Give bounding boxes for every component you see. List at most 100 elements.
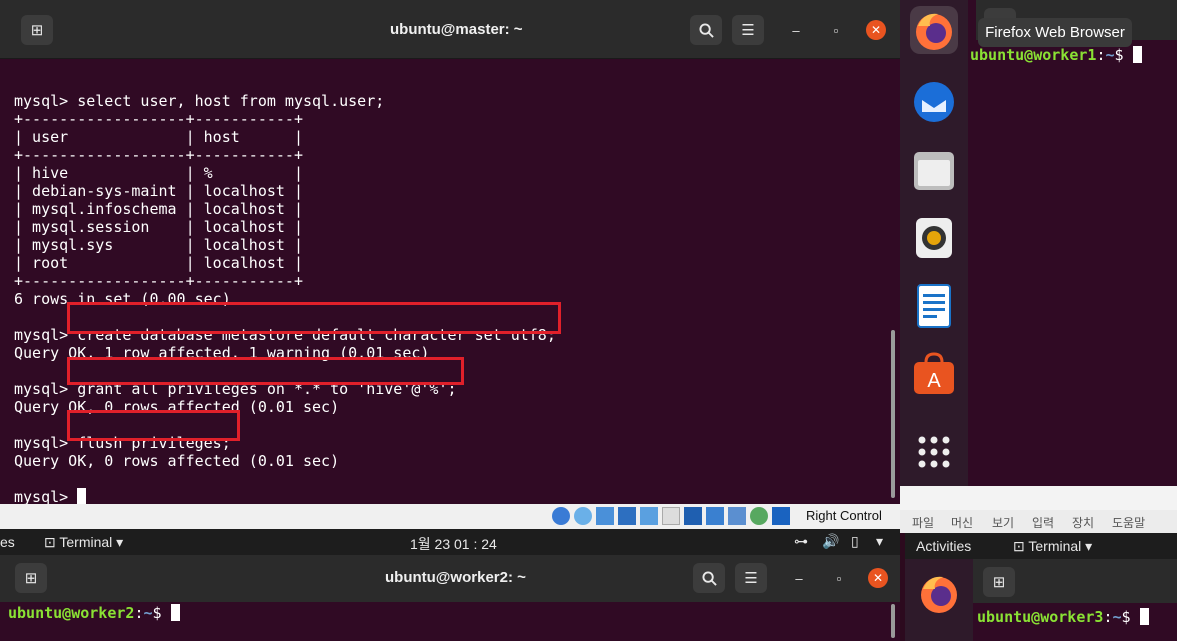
audio-icon[interactable] — [596, 507, 614, 525]
menu-file[interactable]: 파일 — [912, 514, 934, 531]
hamburger-menu-icon: ☰ — [744, 570, 758, 587]
maximize-button[interactable]: ▫ — [829, 568, 849, 588]
prompt-user: ubuntu@worker2 — [8, 604, 135, 622]
files-dock-item[interactable] — [910, 146, 958, 194]
cpu-icon[interactable] — [728, 507, 746, 525]
worker2-prompt-line[interactable]: ubuntu@worker2:~$ — [8, 604, 180, 622]
new-tab-button[interactable]: ⊞ — [15, 563, 47, 593]
close-button[interactable]: ✕ — [868, 568, 888, 588]
keyboard-arrow-icon[interactable] — [772, 507, 790, 525]
maximize-button[interactable]: ▫ — [826, 20, 846, 40]
recording-icon[interactable] — [706, 507, 724, 525]
menu-view[interactable]: 보기 — [992, 514, 1014, 531]
volume-icon[interactable]: 🔊 — [822, 533, 839, 550]
activities-fragment[interactable]: es — [0, 534, 15, 550]
prompt-symbol: $ — [1121, 608, 1140, 626]
firefox-dock-item[interactable] — [915, 569, 963, 617]
terminal-app-menu[interactable]: ⊡ Terminal ▾ — [1013, 538, 1092, 555]
dock: A — [900, 0, 968, 486]
software-dock-item[interactable]: A — [910, 350, 958, 398]
status-icons — [552, 507, 790, 525]
menu-button[interactable]: ☰ — [732, 15, 764, 45]
terminal-line: | mysql.session | localhost | — [14, 218, 303, 236]
firefox-icon — [921, 576, 957, 613]
minimize-button[interactable]: – — [786, 20, 806, 40]
app-menu-label: Terminal — [1028, 538, 1082, 554]
system-menu-chevron-icon[interactable]: ▾ — [876, 533, 883, 550]
highlight-box-grant — [67, 357, 464, 385]
shared-folder-icon[interactable] — [662, 507, 680, 525]
app-grid-dock-item[interactable] — [910, 428, 958, 476]
worker1-prompt-line: ubuntu@worker1:~$ — [970, 46, 1142, 64]
new-tab-button[interactable]: ⊞ — [21, 15, 53, 45]
close-icon: ✕ — [870, 23, 882, 37]
folder-icon — [914, 152, 954, 190]
network-status-icon[interactable]: ⊶ — [794, 533, 808, 550]
chevron-down-icon: ▾ — [1085, 538, 1093, 554]
worker3-prompt-line: ubuntu@worker3:~$ — [977, 608, 1149, 626]
writer-dock-item[interactable] — [910, 282, 958, 330]
firefox-tooltip: Firefox Web Browser — [978, 18, 1132, 47]
close-button[interactable]: ✕ — [866, 20, 886, 40]
menu-devices[interactable]: 장치 — [1072, 514, 1094, 531]
network-icon[interactable] — [618, 507, 636, 525]
text-cursor — [77, 488, 87, 505]
minimize-button[interactable]: – — [789, 568, 809, 588]
right-vm-statusbar — [900, 486, 1177, 510]
terminal-line: | debian-sys-maint | localhost | — [14, 182, 303, 200]
text-cursor — [170, 604, 180, 621]
master-titlebar: ⊞ ubuntu@master: ~ ☰ – ▫ ✕ — [0, 0, 900, 59]
mouse-integration-icon[interactable] — [750, 507, 768, 525]
svg-text:A: A — [927, 370, 941, 392]
hard-disk-icon[interactable] — [552, 507, 570, 525]
document-icon — [917, 284, 951, 328]
activities-button[interactable]: Activities — [916, 538, 971, 554]
worker2-terminal-window: ⊞ ubuntu@worker2: ~ ☰ – ▫ ✕ ubuntu@worke… — [0, 555, 900, 641]
prompt-path: ~ — [143, 604, 153, 622]
terminal-app-menu[interactable]: ⊡ Terminal ▾ — [44, 534, 123, 551]
search-button[interactable] — [690, 15, 722, 45]
worker3-dock — [905, 559, 973, 641]
scrollbar[interactable] — [891, 330, 895, 498]
speaker-icon — [916, 218, 952, 258]
new-tab-icon: ⊞ — [992, 574, 1006, 591]
usb-icon[interactable] — [640, 507, 658, 525]
menu-button[interactable]: ☰ — [735, 563, 767, 593]
display-icon[interactable] — [684, 507, 702, 525]
firefox-icon — [916, 13, 952, 50]
terminal-line: | mysql.infoschema | localhost | — [14, 200, 303, 218]
menu-help[interactable]: 도움말 — [1112, 514, 1145, 531]
highlight-box-flush — [67, 410, 240, 441]
battery-icon[interactable]: ▯ — [851, 533, 859, 550]
new-tab-button[interactable]: ⊞ — [983, 567, 1015, 597]
prompt-path: ~ — [1112, 608, 1122, 626]
worker3-titlebar: ⊞ — [973, 559, 1177, 603]
new-tab-icon: ⊞ — [24, 570, 38, 587]
optical-drive-icon[interactable] — [574, 507, 592, 525]
menu-input[interactable]: 입력 — [1032, 514, 1054, 531]
search-icon — [698, 22, 714, 38]
text-cursor — [1139, 608, 1149, 625]
prompt-path: ~ — [1105, 46, 1115, 64]
rhythmbox-dock-item[interactable] — [910, 214, 958, 262]
thunderbird-dock-item[interactable] — [910, 78, 958, 126]
scrollbar[interactable] — [891, 604, 895, 638]
window-title: ubuntu@master: ~ — [390, 21, 523, 38]
maximize-icon: ▫ — [836, 570, 842, 586]
terminal-line: | root | localhost | — [14, 254, 303, 272]
prompt-symbol: $ — [1114, 46, 1133, 64]
terminal-line: +------------------+-----------+ — [14, 272, 303, 290]
firefox-dock-item[interactable] — [910, 6, 958, 54]
highlight-box-create-database — [67, 302, 561, 334]
menu-machine[interactable]: 머신 — [951, 514, 973, 531]
close-icon: ✕ — [872, 571, 884, 585]
terminal-line: Query OK, 0 rows affected (0.01 sec) — [14, 452, 340, 470]
host-key-label: Right Control — [806, 508, 882, 523]
terminal-line: | mysql.sys | localhost | — [14, 236, 303, 254]
worker2-titlebar: ⊞ ubuntu@worker2: ~ ☰ – ▫ ✕ — [0, 555, 900, 602]
worker1-terminal[interactable]: ⊞ ubuntu@worker1:~$ — [968, 0, 1177, 486]
search-button[interactable] — [693, 563, 725, 593]
prompt-user: ubuntu@worker3 — [977, 608, 1104, 626]
clock[interactable]: 1월 23 01 : 24 — [410, 534, 497, 554]
